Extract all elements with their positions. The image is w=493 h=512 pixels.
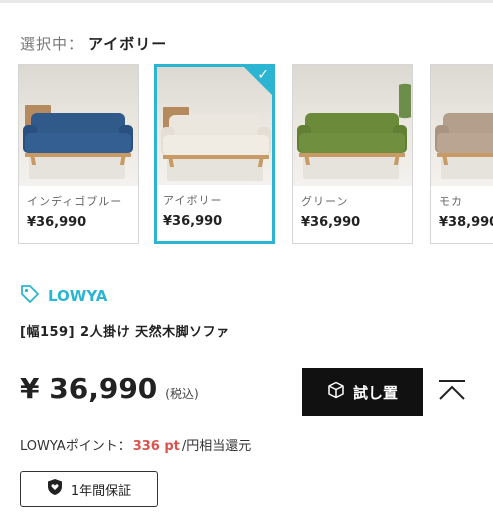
- variant-price: ¥36,990: [163, 214, 223, 229]
- variant-image: [293, 65, 412, 186]
- variant-card-indigo-blue[interactable]: インディゴブルー ¥36,990: [18, 64, 139, 244]
- top-divider: [0, 0, 493, 3]
- variant-image: [431, 65, 493, 186]
- points-value: 336 pt: [132, 439, 180, 454]
- variant-card-ivory[interactable]: ✓ アイボリー ¥36,990: [154, 64, 275, 244]
- shield-heart-icon: [47, 478, 71, 500]
- price-amount: ¥ 36,990: [20, 372, 158, 405]
- variant-image: [19, 65, 138, 186]
- chevron-up-icon: [436, 379, 468, 405]
- variant-name: モカ: [439, 195, 463, 208]
- variant-price: ¥36,990: [301, 215, 361, 230]
- points-info: LOWYAポイント： 336 pt/円相当還元: [20, 435, 251, 454]
- brand-link[interactable]: LOWYA: [20, 284, 107, 308]
- tag-icon: [20, 284, 48, 308]
- selection-value: アイボリー: [88, 35, 168, 53]
- tax-note: (税込): [165, 387, 199, 401]
- warranty-badge[interactable]: 1年間保証: [20, 471, 158, 507]
- variant-name: グリーン: [301, 195, 349, 208]
- product-price: ¥ 36,990 (税込): [20, 372, 199, 405]
- back-to-top-button[interactable]: [430, 372, 474, 412]
- variant-carousel[interactable]: インディゴブルー ¥36,990 ✓ アイボリー ¥36,990 グリーン ¥3…: [18, 64, 493, 244]
- variant-card-mocha[interactable]: モカ ¥38,990: [430, 64, 493, 244]
- variant-price: ¥36,990: [27, 215, 87, 230]
- product-title: [幅159] 2人掛け 天然木脚ソファ: [20, 325, 230, 340]
- selection-label: 選択中：: [20, 35, 85, 53]
- variant-name: アイボリー: [163, 194, 223, 207]
- variant-card-green[interactable]: グリーン ¥36,990: [292, 64, 413, 244]
- points-label: LOWYAポイント：: [20, 439, 131, 454]
- warranty-label: 1年間保証: [70, 483, 132, 499]
- variant-name: インディゴブルー: [27, 195, 123, 208]
- try-placement-label: 試し置: [352, 383, 398, 402]
- check-icon: ✓: [257, 67, 269, 83]
- selected-variant-indicator: 選択中： アイボリー: [20, 33, 167, 54]
- cube-icon: [327, 381, 353, 403]
- variant-price: ¥38,990: [439, 215, 493, 230]
- points-suffix: /円相当還元: [181, 439, 252, 454]
- try-placement-button[interactable]: 試し置: [302, 368, 423, 416]
- brand-name: LOWYA: [48, 287, 108, 305]
